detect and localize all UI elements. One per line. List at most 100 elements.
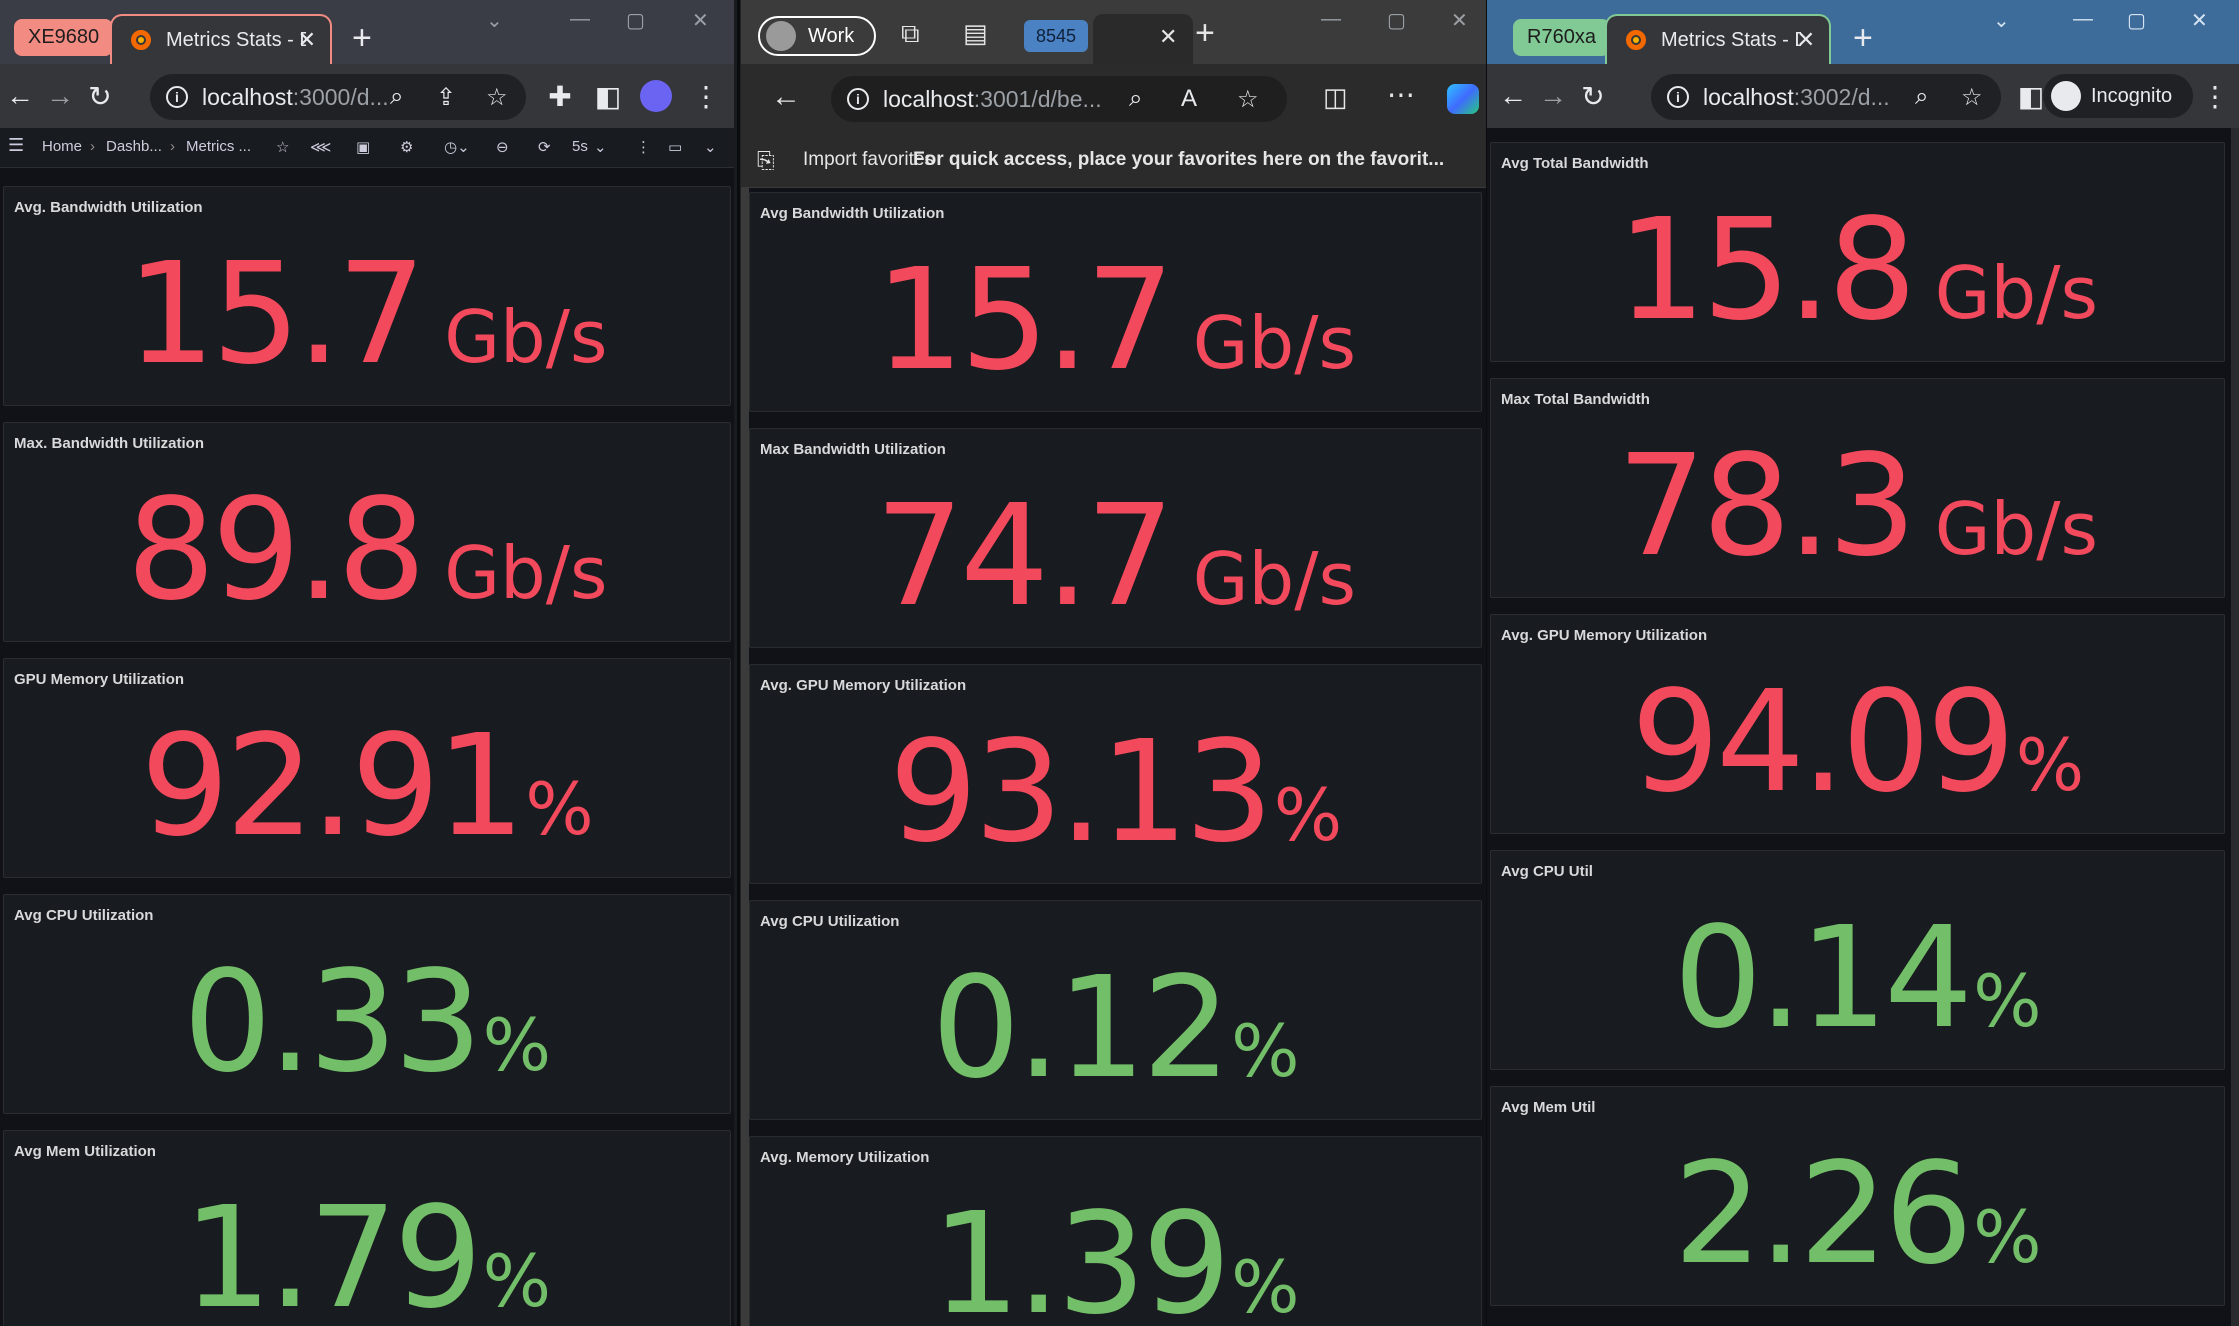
new-tab-button[interactable]: +: [1195, 14, 1215, 53]
maximize-button[interactable]: ▢: [1387, 8, 1406, 33]
more-icon[interactable]: ⋯: [1387, 78, 1415, 111]
profile-avatar[interactable]: [640, 80, 672, 112]
stat-value: 94.09: [1630, 661, 2016, 824]
stat-panel[interactable]: Max. Bandwidth Utilization 89.8 Gb/s: [3, 422, 731, 642]
more-icon[interactable]: ⋮: [636, 138, 651, 156]
stat-unit: %: [482, 1239, 552, 1323]
favorite-star-icon[interactable]: ☆: [1237, 85, 1259, 114]
site-info-icon[interactable]: i: [166, 86, 188, 108]
active-tab[interactable]: ✕: [1093, 14, 1193, 64]
site-info-icon[interactable]: i: [1667, 86, 1689, 108]
stat-panel[interactable]: Avg Total Bandwidth 15.8 Gb/s: [1490, 142, 2225, 362]
extensions-icon[interactable]: ✚: [540, 80, 580, 113]
stat-panel[interactable]: Avg Bandwidth Utilization 15.7 Gb/s: [749, 192, 1482, 412]
close-window-button[interactable]: ✕: [1451, 8, 1468, 33]
tab-group-label[interactable]: 8545: [1024, 20, 1088, 52]
stat-panel[interactable]: Max Total Bandwidth 78.3 Gb/s: [1490, 378, 2225, 598]
stat-panel[interactable]: Avg Mem Util 2.26%: [1490, 1086, 2225, 1306]
tab-strip: XE9680 Metrics Stats - D ✕ + ⌄ — ▢ ✕: [0, 0, 734, 64]
breadcrumb-dashboard[interactable]: Metrics ...: [186, 138, 251, 155]
address-bar[interactable]: i localhost:3000/d... ⌕ ⇪ ☆: [150, 74, 526, 120]
menu-icon[interactable]: ⋮: [686, 80, 726, 113]
incognito-badge[interactable]: Incognito: [2043, 74, 2193, 118]
site-info-icon[interactable]: i: [847, 88, 869, 110]
reload-icon[interactable]: ↻: [1573, 80, 1613, 113]
import-favorites-icon[interactable]: ⎘: [757, 148, 775, 174]
panel-title: Max. Bandwidth Utilization: [14, 435, 204, 452]
breadcrumb-home[interactable]: Home: [42, 138, 82, 155]
minimize-button[interactable]: —: [570, 8, 590, 31]
stat-panel[interactable]: Avg CPU Utilization 0.33%: [3, 894, 731, 1114]
close-tab-icon[interactable]: ✕: [298, 27, 316, 53]
profile-label: Work: [808, 24, 855, 47]
stat-panel[interactable]: Avg CPU Utilization 0.12%: [749, 900, 1482, 1120]
profile-button[interactable]: Work: [758, 16, 876, 56]
address-bar[interactable]: i localhost:3002/d... ⌕ ☆: [1651, 74, 2001, 120]
stat-panel[interactable]: Avg. GPU Memory Utilization 94.09%: [1490, 614, 2225, 834]
active-tab[interactable]: Metrics Stats - D ✕: [110, 14, 332, 64]
tv-mode-icon[interactable]: ▭: [668, 138, 682, 156]
new-tab-button[interactable]: +: [1853, 18, 1873, 58]
stat-panel[interactable]: Avg. Memory Utilization 1.39%: [749, 1136, 1482, 1326]
breadcrumb-dashboards[interactable]: Dashb...: [106, 138, 162, 155]
stat-panel[interactable]: Avg Mem Utilization 1.79%: [3, 1130, 731, 1326]
settings-gear-icon[interactable]: ⚙: [400, 138, 413, 156]
minimize-button[interactable]: —: [1321, 8, 1341, 31]
back-icon[interactable]: ←: [0, 80, 40, 112]
zoom-icon[interactable]: ⌕: [390, 83, 403, 111]
save-icon[interactable]: ▣: [356, 138, 370, 156]
maximize-button[interactable]: ▢: [2127, 8, 2146, 33]
forward-icon[interactable]: →: [1533, 80, 1573, 112]
panel-title: Avg Total Bandwidth: [1501, 155, 1649, 172]
breadcrumb-separator-icon: ›: [90, 138, 95, 155]
browser-window-xe9680: XE9680 Metrics Stats - D ✕ + ⌄ — ▢ ✕ ← →…: [0, 0, 737, 1326]
minimize-button[interactable]: —: [2073, 8, 2093, 31]
copilot-icon[interactable]: [1447, 84, 1479, 114]
zoom-icon[interactable]: ⌕: [1915, 83, 1928, 111]
back-icon[interactable]: ←: [771, 80, 801, 114]
tab-search-icon[interactable]: ⌄: [486, 8, 503, 33]
maximize-button[interactable]: ▢: [626, 8, 645, 33]
time-picker-icon[interactable]: ◷⌄: [444, 138, 470, 156]
tab-actions-icon[interactable]: ▤: [963, 18, 988, 49]
forward-icon[interactable]: →: [40, 80, 80, 112]
stat-panel[interactable]: Max Bandwidth Utilization 74.7 Gb/s: [749, 428, 1482, 648]
workspaces-icon[interactable]: ⧉: [901, 18, 920, 50]
new-tab-button[interactable]: +: [352, 18, 372, 58]
tab-group-label[interactable]: XE9680: [14, 19, 114, 56]
scrollbar[interactable]: [2231, 128, 2239, 1326]
grafana-icon: [1623, 27, 1649, 53]
zoom-out-icon[interactable]: ⊖: [496, 138, 509, 156]
split-screen-icon[interactable]: ◫: [1323, 82, 1348, 113]
tab-search-icon[interactable]: ⌄: [1993, 8, 2010, 33]
share-icon[interactable]: ⇪: [436, 83, 456, 112]
zoom-icon[interactable]: ⌕: [1129, 85, 1142, 113]
refresh-icon[interactable]: ⟳: [538, 138, 551, 156]
panel-title: Avg. Bandwidth Utilization: [14, 199, 203, 216]
reload-icon[interactable]: ↻: [80, 80, 120, 113]
back-icon[interactable]: ←: [1493, 80, 1533, 112]
bookmark-star-icon[interactable]: ☆: [1961, 83, 1983, 112]
side-panel-icon[interactable]: ◧: [588, 80, 628, 113]
address-bar[interactable]: i localhost:3001/d/be... ⌕ A ☆: [831, 76, 1287, 122]
bookmark-star-icon[interactable]: ☆: [486, 83, 508, 112]
stat-panel[interactable]: GPU Memory Utilization 92.91%: [3, 658, 731, 878]
tab-group-label[interactable]: R760xa: [1513, 19, 1610, 56]
menu-hamburger-icon[interactable]: ☰: [8, 135, 24, 156]
close-window-button[interactable]: ✕: [2191, 8, 2208, 33]
stat-value: 0.14: [1673, 897, 1973, 1060]
chevron-down-icon[interactable]: ⌄: [594, 138, 607, 156]
menu-icon[interactable]: ⋮: [2195, 80, 2235, 113]
active-tab[interactable]: Metrics Stats - D ✕: [1605, 14, 1831, 64]
refresh-interval[interactable]: 5s: [572, 138, 588, 155]
stat-panel[interactable]: Avg. Bandwidth Utilization 15.7 Gb/s: [3, 186, 731, 406]
collapse-icon[interactable]: ⌄: [704, 138, 717, 156]
close-window-button[interactable]: ✕: [692, 8, 709, 33]
share-icon[interactable]: ⋘: [310, 138, 331, 156]
star-icon[interactable]: ☆: [276, 138, 289, 156]
stat-panel[interactable]: Avg. GPU Memory Utilization 93.13%: [749, 664, 1482, 884]
read-aloud-icon[interactable]: A: [1181, 85, 1197, 113]
close-tab-icon[interactable]: ✕: [1159, 24, 1177, 50]
close-tab-icon[interactable]: ✕: [1797, 27, 1815, 53]
stat-panel[interactable]: Avg CPU Util 0.14%: [1490, 850, 2225, 1070]
